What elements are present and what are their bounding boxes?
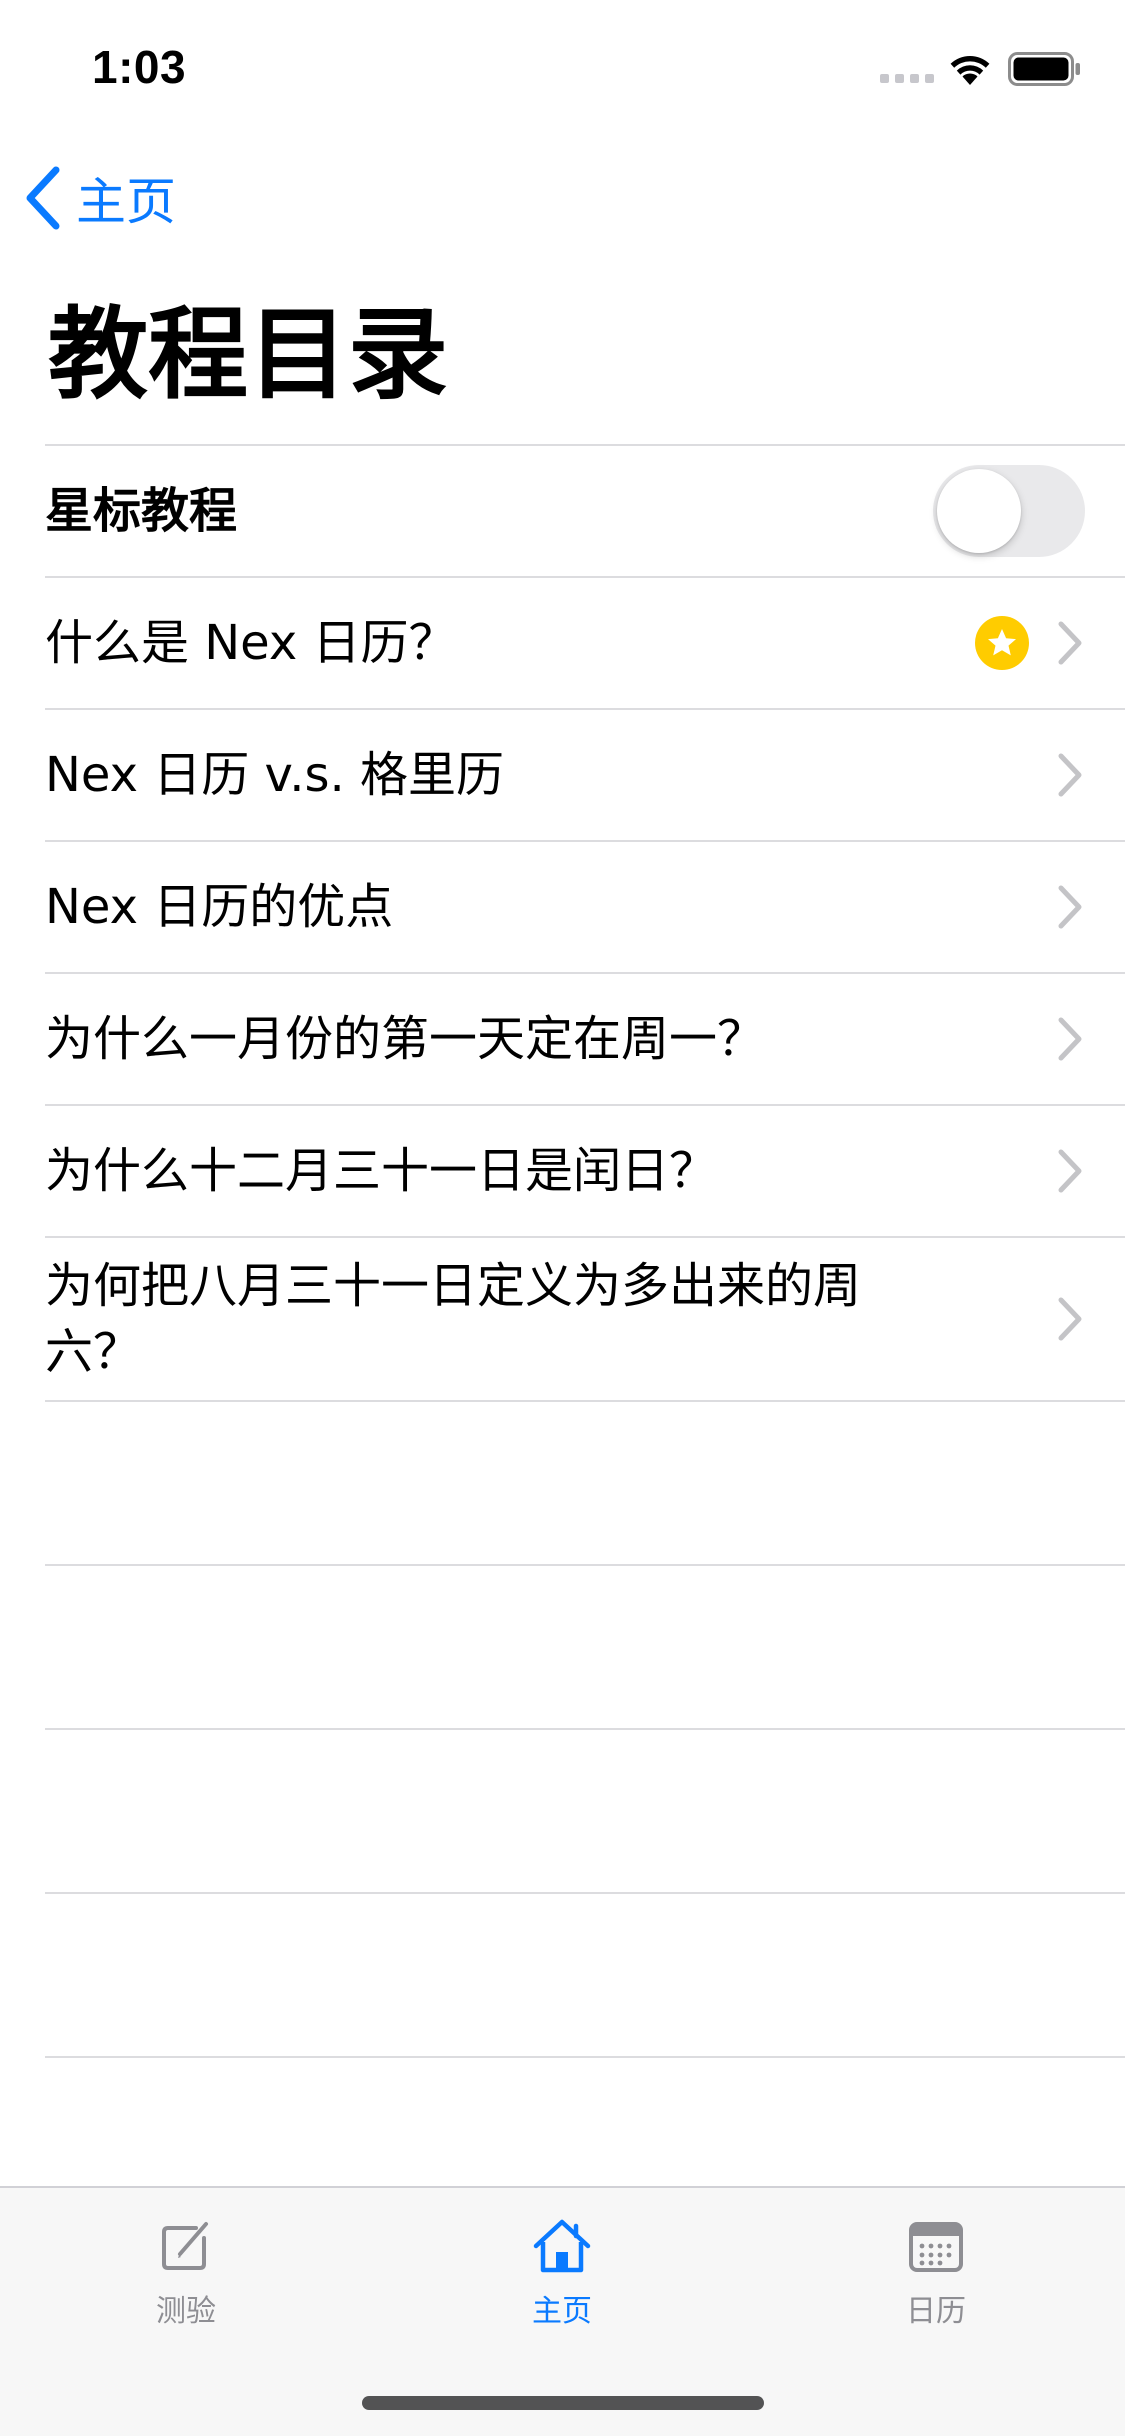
list-item-label: 为什么十二月三十一日是闰日？ [45, 1143, 718, 1199]
starred-filter-toggle[interactable] [933, 465, 1085, 557]
list-item-label: 为何把八月三十一日定义为多出来的周六？ [45, 1258, 862, 1380]
back-button[interactable]: 主页 [24, 163, 176, 233]
status-time: 1:03 [92, 41, 187, 93]
tutorial-list: 星标教程 什么是 Nex 日历？ Nex 日历 v.s. 格里历 Nex 日历的… [45, 444, 1125, 2220]
list-item-dec31-leap-day[interactable]: 为什么十二月三十一日是闰日？ [45, 1104, 1125, 1236]
list-item-label: 为什么一月份的第一天定在周一？ [45, 1011, 766, 1067]
tab-label: 日历 [906, 2294, 966, 2329]
chevron-right-icon [1058, 753, 1082, 797]
compose-icon [162, 2222, 208, 2270]
wifi-icon [950, 55, 990, 85]
list-item-what-is-nex[interactable]: 什么是 Nex 日历？ [45, 576, 1125, 708]
list-item-nex-vs-gregorian[interactable]: Nex 日历 v.s. 格里历 [45, 708, 1125, 840]
screen: 1:03 主页 教程目录 星标教程 什么是 Nex 日历？ Nex 日历 v.s… [0, 0, 1125, 2436]
starred-filter-label: 星标教程 [45, 483, 238, 539]
cellular-signal-icon [880, 74, 934, 83]
chevron-right-icon [1058, 1017, 1082, 1061]
back-label: 主页 [76, 173, 176, 231]
list-item-january-monday[interactable]: 为什么一月份的第一天定在周一？ [45, 972, 1125, 1104]
chevron-right-icon [1058, 1149, 1082, 1193]
list-item-label: Nex 日历的优点 [45, 879, 394, 935]
starred-filter-row: 星标教程 [45, 444, 1125, 576]
star-icon [975, 616, 1029, 670]
house-icon [533, 2219, 591, 2273]
list-item-label: Nex 日历 v.s. 格里历 [45, 747, 504, 803]
empty-row [45, 1728, 1125, 1892]
tab-calendar[interactable]: 日历 [816, 2214, 1056, 2344]
empty-row [45, 1400, 1125, 1564]
page-title: 教程目录 [48, 296, 448, 413]
empty-row [45, 1892, 1125, 2056]
chevron-right-icon [1058, 885, 1082, 929]
chevron-left-icon [26, 166, 60, 230]
chevron-right-icon [1058, 1297, 1082, 1341]
tab-home[interactable]: 主页 [442, 2214, 682, 2344]
list-item-aug31-extra-saturday[interactable]: 为何把八月三十一日定义为多出来的周六？ [45, 1236, 1125, 1400]
chevron-right-icon [1058, 621, 1082, 665]
tab-label: 主页 [532, 2294, 592, 2329]
tab-label: 测验 [156, 2294, 216, 2329]
home-indicator[interactable] [362, 2396, 764, 2410]
tab-quiz[interactable]: 测验 [66, 2214, 306, 2344]
calendar-icon [909, 2222, 963, 2272]
empty-row [45, 1564, 1125, 1728]
list-item-nex-advantages[interactable]: Nex 日历的优点 [45, 840, 1125, 972]
battery-icon [1008, 52, 1080, 86]
toggle-knob [937, 469, 1021, 553]
list-item-label: 什么是 Nex 日历？ [45, 615, 457, 671]
